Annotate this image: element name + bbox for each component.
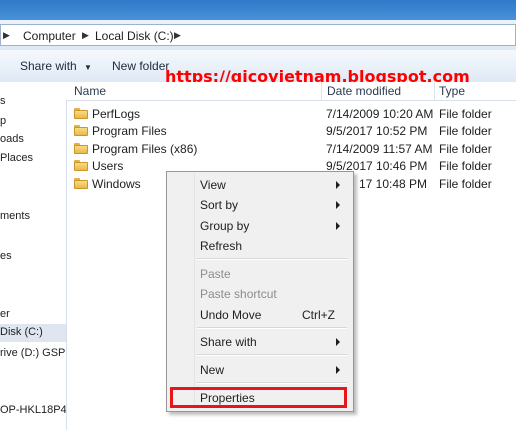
nav-item[interactable]: p	[0, 115, 6, 127]
file-name: Windows	[92, 177, 141, 191]
menu-item-group-by[interactable]: Group by	[200, 219, 249, 233]
breadcrumb-computer[interactable]: Computer	[23, 29, 76, 43]
file-name: Program Files	[92, 124, 167, 138]
file-row-perflogs[interactable]: PerfLogs 7/14/2009 10:20 AM File folder	[66, 105, 516, 123]
file-type: File folder	[439, 107, 492, 121]
nav-item-pictures[interactable]: es	[0, 250, 12, 262]
menu-item-paste: Paste	[200, 267, 231, 281]
file-date: 7/14/2009 10:20 AM	[326, 107, 434, 121]
file-date: 9/5/2017 10:52 PM	[326, 124, 428, 138]
context-menu: View Sort by Group by Refresh Paste Past…	[166, 171, 354, 412]
navigation-pane[interactable]: s p oads Places ments es er Disk (C:) ri…	[0, 82, 67, 430]
submenu-arrow-icon	[336, 222, 340, 230]
nav-item-computer[interactable]: er	[0, 308, 10, 320]
window-title-strip	[0, 0, 516, 20]
file-name: Users	[92, 159, 124, 173]
menu-item-new[interactable]: New	[200, 363, 224, 377]
breadcrumb-local-disk[interactable]: Local Disk (C:)	[95, 29, 174, 43]
nav-item-local-disk[interactable]: Disk (C:)	[0, 326, 43, 338]
menu-item-refresh[interactable]: Refresh	[200, 239, 242, 253]
submenu-arrow-icon	[336, 338, 340, 346]
file-type: File folder	[439, 124, 492, 138]
undo-shortcut-label: Ctrl+Z	[302, 308, 335, 322]
file-date: 17 10:48 PM	[359, 177, 428, 191]
menu-item-sort-by[interactable]: Sort by	[200, 198, 238, 212]
file-type: File folder	[439, 177, 492, 191]
nav-item-documents[interactable]: ments	[0, 210, 30, 222]
share-with-button[interactable]: Share with ▼	[20, 59, 92, 73]
file-row-program-files-x86[interactable]: Program Files (x86) 7/14/2009 11:57 AM F…	[66, 140, 516, 158]
column-header: Name Date modified Type	[66, 82, 516, 101]
folder-icon	[74, 178, 88, 189]
file-date: 7/14/2009 11:57 AM	[326, 142, 433, 156]
nav-item-recent-places[interactable]: Places	[0, 152, 33, 164]
menu-item-paste-shortcut: Paste shortcut	[200, 287, 277, 301]
menu-gutter	[194, 174, 195, 409]
file-name: Program Files (x86)	[92, 142, 198, 156]
submenu-arrow-icon	[336, 366, 340, 374]
column-divider[interactable]	[434, 82, 435, 100]
nav-item-downloads[interactable]: oads	[0, 133, 24, 145]
address-field[interactable]: ▶ Computer ▶ Local Disk (C:) ▶	[0, 24, 516, 46]
folder-icon	[74, 143, 88, 154]
properties-highlight-box	[170, 387, 347, 408]
column-type[interactable]: Type	[439, 84, 465, 98]
file-type: File folder	[439, 159, 492, 173]
nav-item-network-pc[interactable]: OP-HKL18P4	[0, 404, 66, 416]
menu-item-share-with[interactable]: Share with	[200, 335, 257, 349]
file-row-program-files[interactable]: Program Files 9/5/2017 10:52 PM File fol…	[66, 122, 516, 140]
menu-separator	[197, 382, 347, 384]
menu-separator	[197, 354, 347, 356]
folder-icon	[74, 160, 88, 171]
menu-separator	[197, 327, 347, 329]
file-name: PerfLogs	[92, 107, 141, 121]
chevron-down-icon: ▼	[84, 63, 92, 72]
new-folder-button[interactable]: New folder	[112, 59, 169, 73]
menu-separator	[197, 258, 347, 260]
address-bar: ▶ Computer ▶ Local Disk (C:) ▶	[0, 20, 516, 51]
chevron-right-icon[interactable]: ▶	[174, 30, 181, 41]
chevron-right-icon[interactable]: ▶	[3, 30, 10, 41]
file-type: File folder	[439, 142, 492, 156]
menu-item-view[interactable]: View	[200, 178, 226, 192]
column-date-modified[interactable]: Date modified	[327, 84, 401, 98]
nav-item-dvd-drive[interactable]: rive (D:) GSP1	[0, 347, 66, 359]
nav-item[interactable]: s	[0, 95, 6, 107]
chevron-right-icon[interactable]: ▶	[82, 30, 89, 41]
folder-icon	[74, 125, 88, 136]
submenu-arrow-icon	[336, 201, 340, 209]
column-name[interactable]: Name	[74, 84, 106, 98]
column-divider[interactable]	[321, 82, 322, 100]
submenu-arrow-icon	[336, 181, 340, 189]
menu-item-undo-move[interactable]: Undo Move	[200, 308, 261, 322]
folder-icon	[74, 108, 88, 119]
